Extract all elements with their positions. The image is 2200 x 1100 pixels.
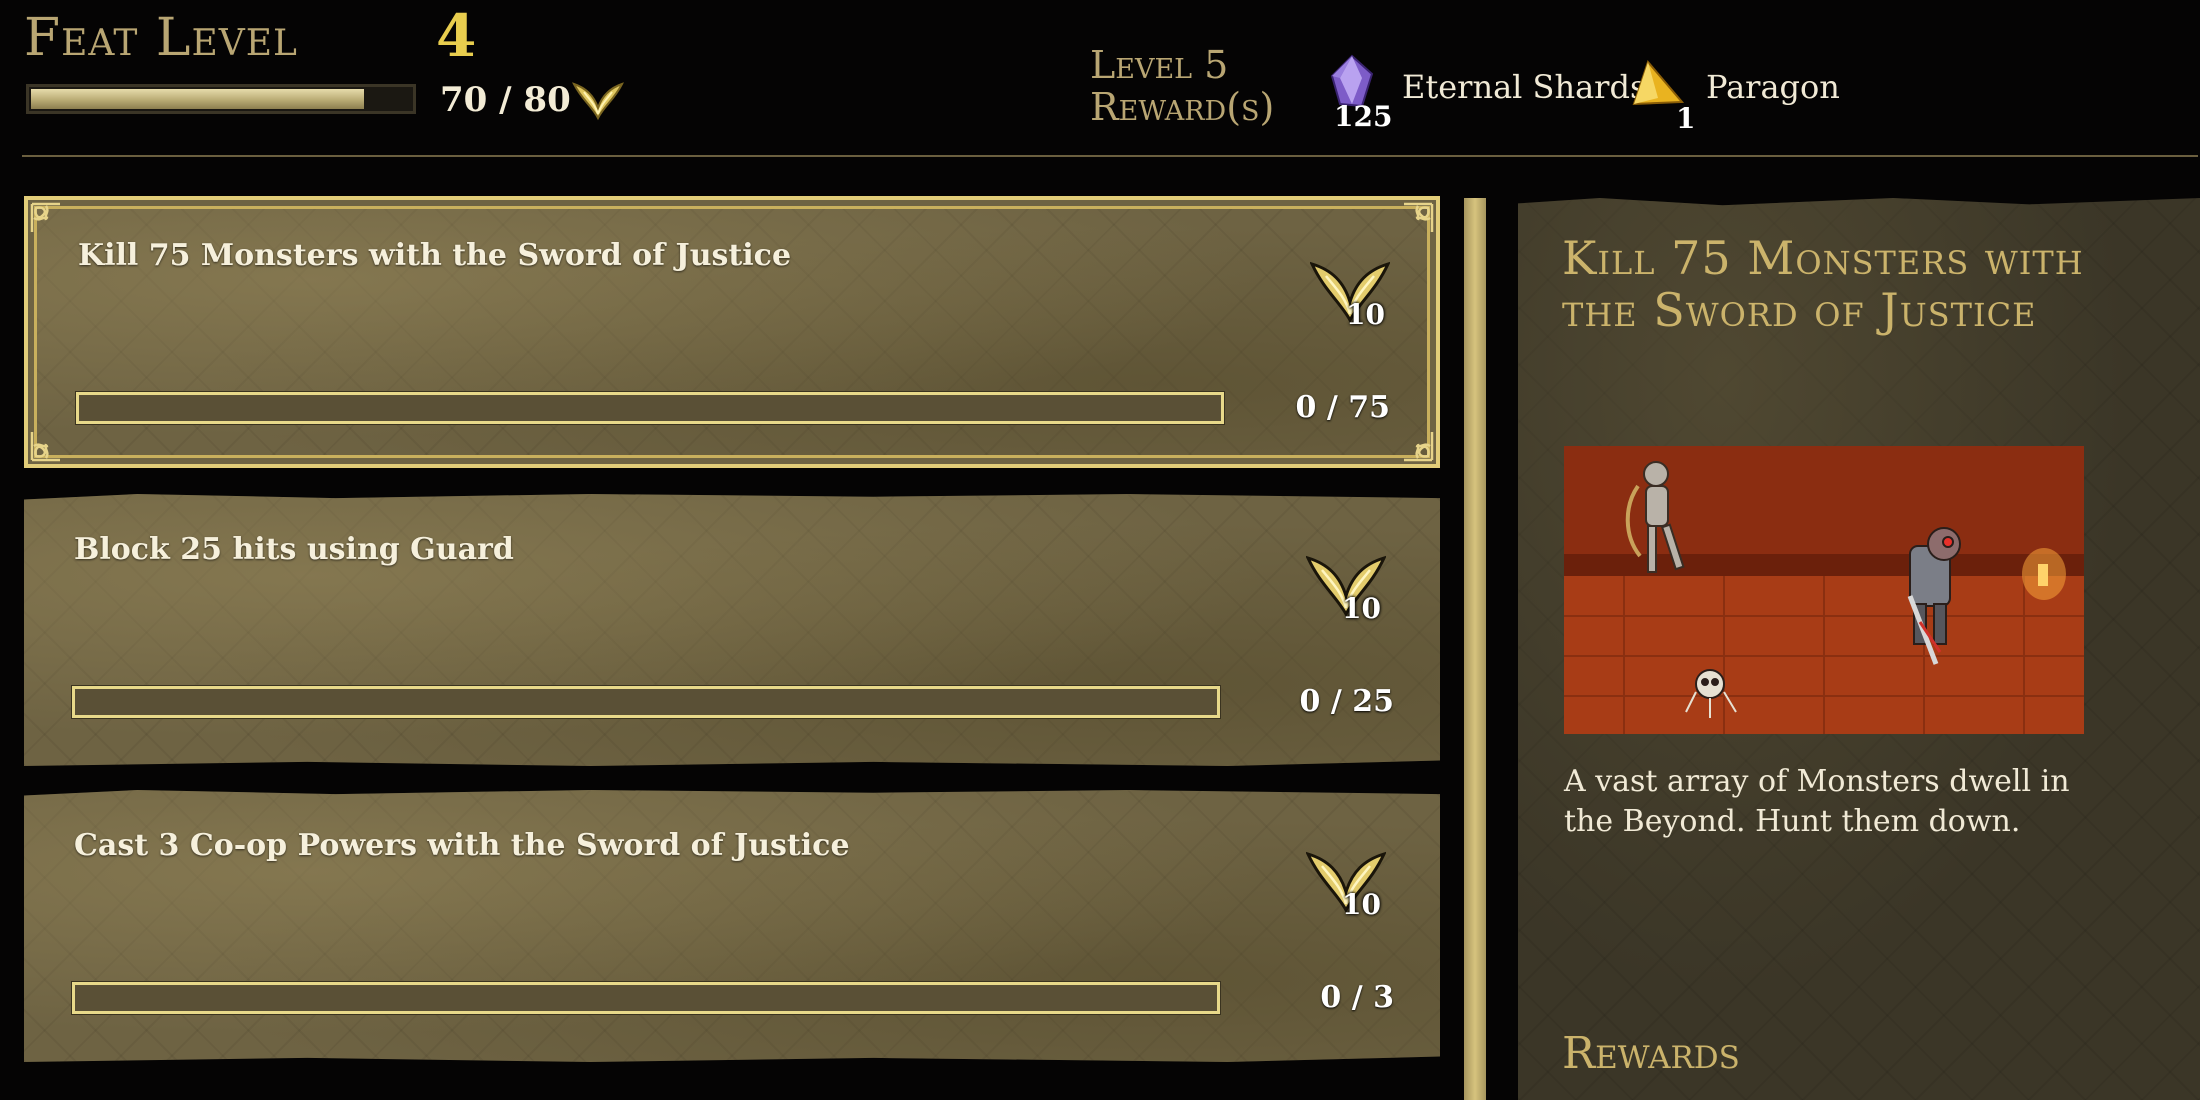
ornament-corner-icon bbox=[1404, 432, 1434, 462]
paragon-reward-count: 1 bbox=[1676, 102, 1696, 135]
shard-reward-count: 125 bbox=[1334, 100, 1393, 133]
feat-progress-bar bbox=[76, 392, 1224, 424]
feat-title: Block 25 hits using Guard bbox=[74, 532, 514, 567]
feat-wings-icon bbox=[572, 82, 624, 121]
feat-progress-bar bbox=[72, 982, 1220, 1014]
feat-detail-panel: Kill 75 Monsters with the Sword of Justi… bbox=[1518, 198, 2200, 1100]
panel-divider bbox=[1464, 198, 1486, 1100]
feat-reward-value: 10 bbox=[1342, 592, 1381, 625]
feat-xp-text: 70 / 80 bbox=[440, 80, 571, 120]
level-reward-title: Level 5 Reward(s) bbox=[1090, 43, 1275, 129]
feat-card-coop-powers[interactable]: Cast 3 Co-op Powers with the Sword of Ju… bbox=[24, 790, 1440, 1062]
feat-header: Feat Level 4 70 / 80 Level 5 Reward(s) 1… bbox=[0, 0, 2200, 160]
ornament-corner-icon bbox=[30, 202, 60, 232]
feat-xp-bar bbox=[26, 84, 416, 114]
feat-progress-text: 0 / 25 bbox=[1299, 684, 1394, 719]
detail-description: A vast array of Monsters dwell in the Be… bbox=[1564, 764, 2070, 839]
feat-card-block-hits[interactable]: Block 25 hits using Guard 10 0 / 25 bbox=[24, 494, 1440, 766]
feat-card-kill-monsters[interactable]: Kill 75 Monsters with the Sword of Justi… bbox=[24, 196, 1440, 468]
feat-xp-fill bbox=[31, 89, 364, 109]
feat-title: Cast 3 Co-op Powers with the Sword of Ju… bbox=[74, 828, 850, 863]
ornament-corner-icon bbox=[30, 432, 60, 462]
ornament-corner-icon bbox=[1404, 202, 1434, 232]
feat-progress-text: 0 / 75 bbox=[1295, 390, 1390, 425]
feat-preview-image bbox=[1564, 446, 2084, 734]
paragon-reward-label: Paragon bbox=[1706, 68, 1840, 106]
feat-level-label: Feat Level bbox=[24, 8, 298, 68]
feat-progress-bar bbox=[72, 686, 1220, 718]
dungeon-scene-illustration bbox=[1564, 446, 2084, 734]
shard-reward-label: Eternal Shards bbox=[1402, 68, 1647, 106]
feat-progress-text: 0 / 3 bbox=[1320, 980, 1394, 1015]
feat-reward-value: 10 bbox=[1346, 298, 1385, 331]
header-divider bbox=[22, 155, 2198, 157]
feat-reward-value: 10 bbox=[1342, 888, 1381, 921]
feat-level-value: 4 bbox=[436, 2, 477, 70]
feat-title: Kill 75 Monsters with the Sword of Justi… bbox=[78, 238, 792, 273]
rewards-heading: Rewards bbox=[1562, 1028, 1740, 1079]
detail-title: Kill 75 Monsters with the Sword of Justi… bbox=[1562, 231, 2084, 337]
